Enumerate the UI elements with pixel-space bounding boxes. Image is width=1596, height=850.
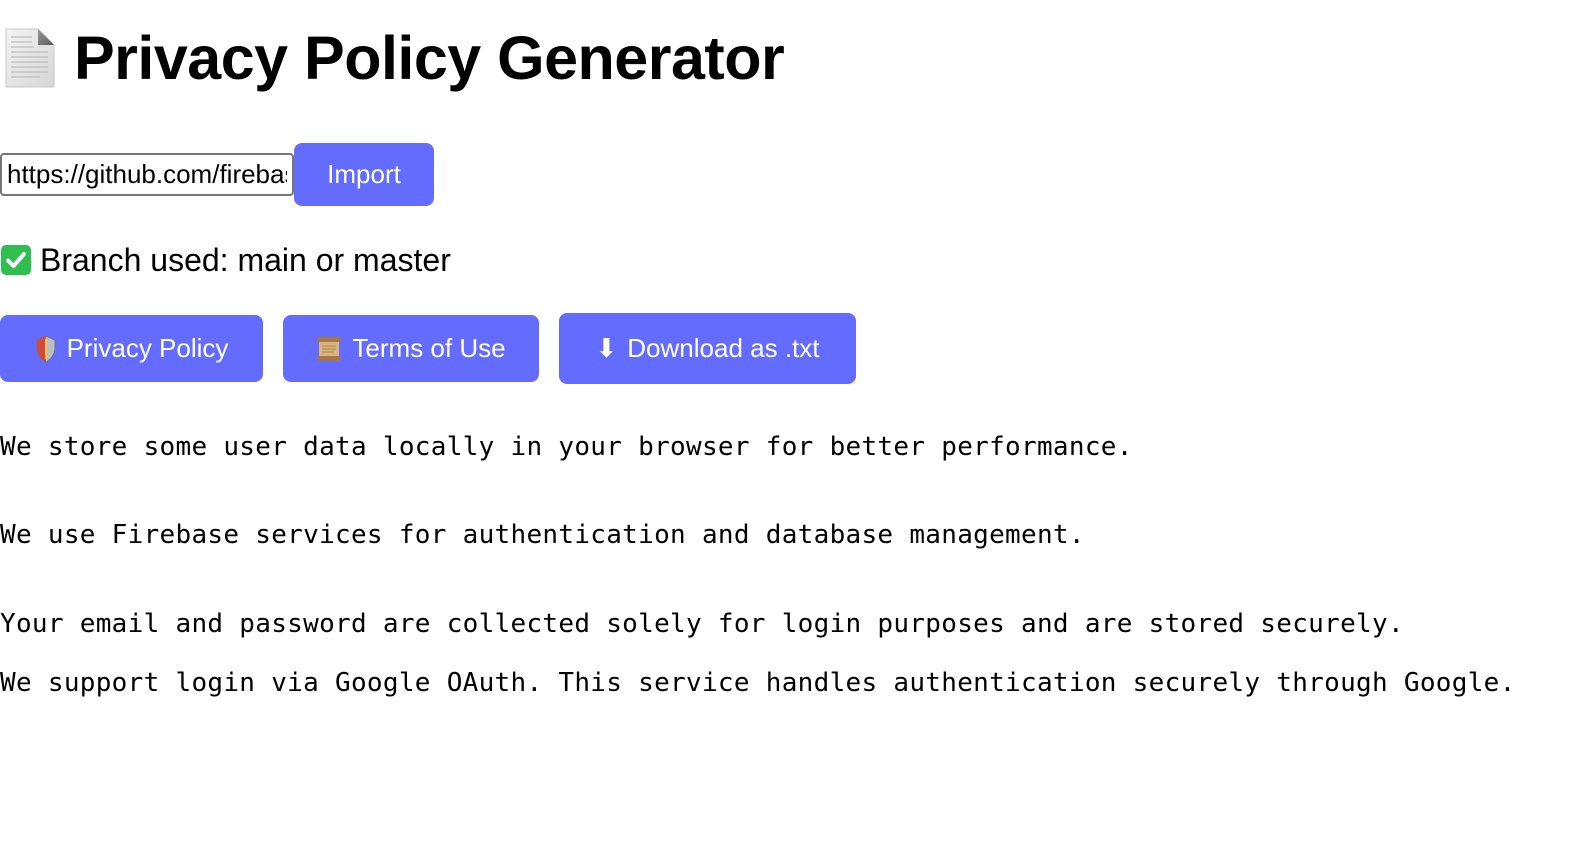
branch-status: Branch used: main or master bbox=[0, 240, 451, 280]
download-txt-button[interactable]: ⬇ Download as .txt bbox=[559, 313, 856, 384]
page-title: Privacy Policy Generator bbox=[74, 23, 785, 92]
import-form: Import bbox=[0, 143, 434, 206]
scroll-icon bbox=[317, 336, 342, 361]
shield-icon bbox=[36, 334, 56, 363]
import-button[interactable]: Import bbox=[294, 143, 434, 206]
privacy-policy-button[interactable]: Privacy Policy bbox=[0, 315, 263, 382]
header: Privacy Policy Generator bbox=[0, 18, 785, 98]
document-icon bbox=[5, 28, 55, 88]
check-mark-icon bbox=[1, 245, 31, 275]
policy-line-firebase: We use Firebase services for authenticat… bbox=[0, 520, 1085, 550]
policy-line-email-password: Your email and password are collected so… bbox=[0, 609, 1404, 639]
download-arrow-icon: ⬇ bbox=[595, 333, 618, 363]
terms-of-use-button[interactable]: Terms of Use bbox=[283, 315, 539, 382]
download-txt-label: Download as .txt bbox=[627, 333, 820, 363]
policy-line-local-storage: We store some user data locally in your … bbox=[0, 432, 1133, 462]
branch-status-text: Branch used: main or master bbox=[40, 241, 451, 278]
terms-of-use-label: Terms of Use bbox=[352, 333, 506, 363]
policy-line-google-oauth: We support login via Google OAuth. This … bbox=[0, 668, 1516, 698]
repo-url-input[interactable] bbox=[0, 153, 294, 196]
action-toolbar: Privacy Policy Terms of Use ⬇ Download a… bbox=[0, 313, 856, 384]
privacy-policy-label: Privacy Policy bbox=[66, 333, 229, 363]
page: Privacy Policy Generator Import Branch u… bbox=[0, 0, 1596, 850]
